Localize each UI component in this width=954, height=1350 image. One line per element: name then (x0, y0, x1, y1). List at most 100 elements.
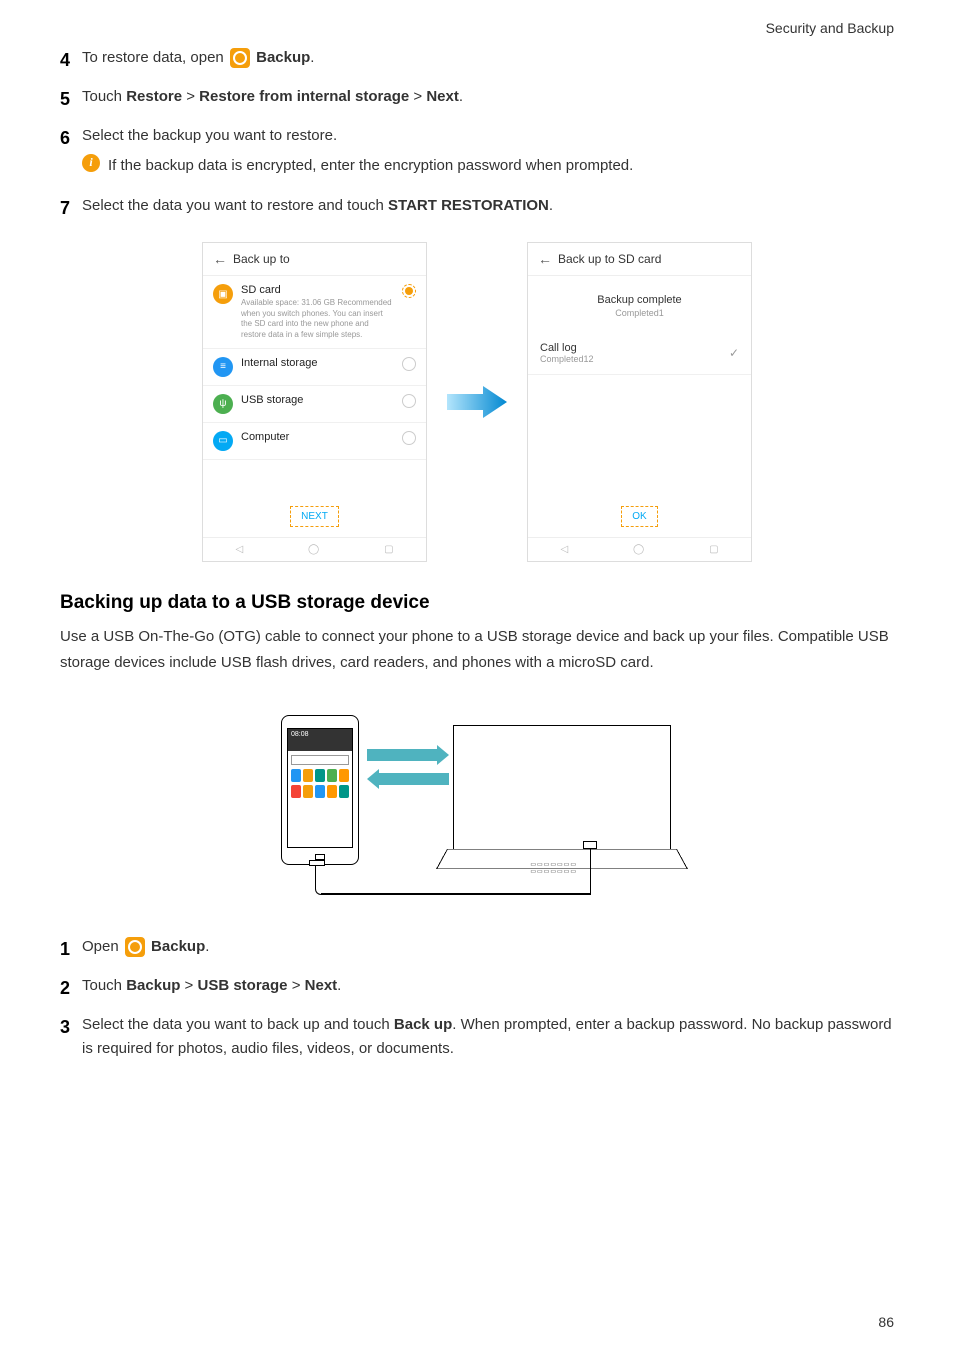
b: Restore from internal storage (199, 88, 409, 105)
cable-segment (590, 847, 592, 894)
row-texts: SD card Available space: 31.06 GB Recomm… (241, 284, 394, 340)
usb-icon: ψ (213, 394, 233, 414)
step-b3: 3 Select the data you want to back up an… (60, 1013, 894, 1061)
step-5: 5 Touch Restore > Restore from internal … (60, 85, 894, 114)
step-num: 6 (60, 124, 82, 153)
row-sd-card[interactable]: ▣ SD card Available space: 31.06 GB Reco… (203, 276, 426, 349)
step-b2: 2 Touch Backup > USB storage > Next. (60, 974, 894, 1003)
info-text: If the backup data is encrypted, enter t… (108, 154, 633, 178)
step-suffix: . (205, 938, 209, 955)
step-body: Touch Restore > Restore from internal st… (82, 85, 894, 109)
step-6: 6 Select the backup you want to restore.… (60, 124, 894, 184)
t: Select the data you want to restore and … (82, 197, 388, 214)
complete-title: Backup complete (538, 294, 741, 306)
t: Touch (82, 88, 126, 105)
screens-row: ← Back up to ▣ SD card Available space: … (60, 242, 894, 562)
step-body: Select the backup you want to restore. i… (82, 124, 894, 184)
page-number: 86 (878, 1314, 894, 1330)
nav-recent-icon[interactable]: ▢ (384, 544, 393, 555)
row-title: USB storage (241, 394, 394, 406)
section-body: Use a USB On-The-Go (OTG) cable to conne… (60, 624, 894, 675)
next-button[interactable]: NEXT (290, 506, 339, 527)
t: . (549, 197, 553, 214)
step-b1: 1 Open Backup. (60, 935, 894, 964)
screen-footer: NEXT (203, 496, 426, 537)
screen-header: ← Back up to SD card (528, 243, 751, 276)
radio-selected[interactable] (402, 284, 416, 298)
row-title: Internal storage (241, 357, 394, 369)
info-icon: i (82, 154, 100, 172)
item-subtitle: Completed12 (540, 354, 594, 364)
screen-backup-complete: ← Back up to SD card Backup complete Com… (527, 242, 752, 562)
cable-segment (321, 893, 591, 895)
b: Next (305, 977, 338, 994)
t: Select the data you want to back up and … (82, 1016, 394, 1033)
row-usb[interactable]: ψ USB storage (203, 386, 426, 423)
backup-app-icon (230, 48, 250, 68)
nav-home-icon[interactable]: ◯ (308, 544, 319, 555)
row-subtitle: Available space: 31.06 GB Recommended wh… (241, 298, 394, 340)
check-icon: ✓ (729, 346, 739, 360)
storage-list: ▣ SD card Available space: 31.06 GB Reco… (203, 276, 426, 496)
step-body: Open Backup. (82, 935, 894, 959)
t: Touch (82, 977, 126, 994)
row-computer[interactable]: ▭ Computer (203, 423, 426, 460)
t: . (459, 88, 463, 105)
backup-app-icon (125, 937, 145, 957)
cable-plug (583, 841, 597, 849)
step-num: 5 (60, 85, 82, 114)
android-navbar: ◁ ◯ ▢ (528, 537, 751, 561)
back-icon[interactable]: ← (538, 251, 552, 267)
complete-banner: Backup complete Completed1 (528, 276, 751, 332)
info-row: i If the backup data is encrypted, enter… (82, 154, 894, 178)
laptop-screen (453, 725, 671, 855)
android-navbar: ◁ ◯ ▢ (203, 537, 426, 561)
radio-unselected[interactable] (402, 357, 416, 371)
b: START RESTORATION (388, 197, 549, 214)
nav-recent-icon[interactable]: ▢ (709, 544, 718, 555)
t: > (409, 88, 426, 105)
result-call-log: Call log Completed12 ✓ (528, 332, 751, 375)
b: Restore (126, 88, 182, 105)
ok-button[interactable]: OK (621, 506, 657, 527)
otg-illustration: 08:08 ▭▭▭▭▭▭▭▭▭▭▭▭▭▭ (277, 705, 677, 905)
step-num: 7 (60, 194, 82, 223)
nav-back-icon[interactable]: ◁ (560, 544, 568, 555)
nav-home-icon[interactable]: ◯ (633, 544, 644, 555)
step-num: 2 (60, 974, 82, 1003)
step-4: 4 To restore data, open Backup. (60, 46, 894, 75)
item-title: Call log (540, 342, 594, 354)
screen-title: Back up to (233, 252, 290, 266)
sd-card-icon: ▣ (213, 284, 233, 304)
arrow-right-icon (447, 382, 507, 422)
screen-title: Back up to SD card (558, 252, 661, 266)
illustration-wrap: 08:08 ▭▭▭▭▭▭▭▭▭▭▭▭▭▭ (60, 705, 894, 905)
laptop-keyboard: ▭▭▭▭▭▭▭▭▭▭▭▭▭▭ (530, 861, 577, 875)
step-7: 7 Select the data you want to restore an… (60, 194, 894, 223)
internal-storage-icon: ≡ (213, 357, 233, 377)
step-body: Select the data you want to back up and … (82, 1013, 894, 1061)
screen-backup-to: ← Back up to ▣ SD card Available space: … (202, 242, 427, 562)
result-list: Backup complete Completed1 Call log Comp… (528, 276, 751, 496)
b: USB storage (198, 977, 288, 994)
radio-unselected[interactable] (402, 431, 416, 445)
step-text: To restore data, open (82, 49, 228, 66)
radio-unselected[interactable] (402, 394, 416, 408)
t: . (337, 977, 341, 994)
complete-subtitle: Completed1 (538, 308, 741, 318)
back-icon[interactable]: ← (213, 251, 227, 267)
step-bold: Backup (256, 49, 310, 66)
step-body: To restore data, open Backup. (82, 46, 894, 70)
step-num: 3 (60, 1013, 82, 1042)
section-heading: Backing up data to a USB storage device (60, 592, 894, 614)
t: > (182, 88, 199, 105)
nav-back-icon[interactable]: ◁ (235, 544, 243, 555)
step-num: 4 (60, 46, 82, 75)
step-text: Select the backup you want to restore. (82, 124, 894, 148)
computer-icon: ▭ (213, 431, 233, 451)
b: Next (426, 88, 459, 105)
row-internal[interactable]: ≡ Internal storage (203, 349, 426, 386)
breadcrumb: Security and Backup (60, 20, 894, 36)
t: > (288, 977, 305, 994)
cable-segment (315, 865, 323, 895)
